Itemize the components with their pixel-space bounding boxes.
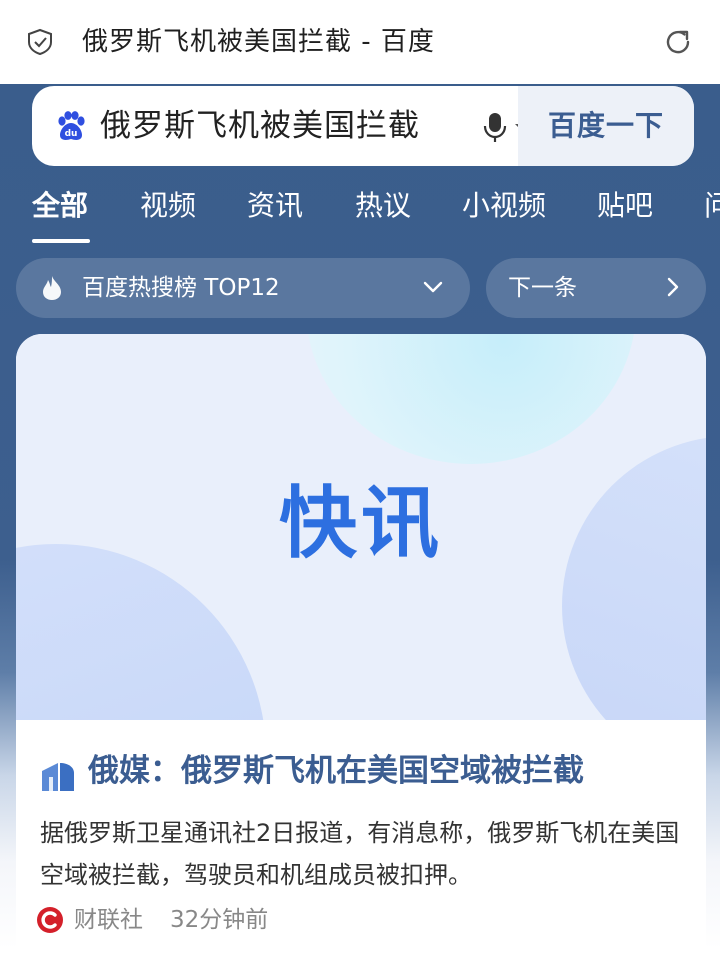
browser-top-bar: 俄罗斯飞机被美国拦截 - 百度 xyxy=(0,0,720,84)
news-source: 财联社 xyxy=(74,907,143,933)
tab-video[interactable]: 视频 xyxy=(140,184,196,228)
refresh-icon[interactable] xyxy=(662,26,694,58)
hot-search-label: 百度热搜榜 TOP12 xyxy=(82,275,280,301)
flame-icon xyxy=(43,276,61,300)
news-building-icon xyxy=(42,763,74,791)
news-timestamp: 32分钟前 xyxy=(170,907,269,933)
news-description: 据俄罗斯卫星通讯社2日报道，有消息称，俄罗斯飞机在美国空域被拦截，驾驶员和机组成… xyxy=(40,819,680,889)
search-input[interactable]: 俄罗斯飞机被美国拦截 xyxy=(100,104,420,148)
active-tab-indicator xyxy=(32,239,90,243)
tab-news[interactable]: 资讯 xyxy=(247,184,303,228)
search-tabs: 全部 视频 资讯 热议 小视频 贴吧 问 xyxy=(0,184,720,244)
tab-ask[interactable]: 问 xyxy=(704,184,720,228)
page-title: 俄罗斯飞机被美国拦截 - 百度 xyxy=(82,27,435,57)
hot-search-list-dropdown[interactable]: 百度热搜榜 TOP12 xyxy=(16,258,470,318)
cailianshe-logo-icon xyxy=(37,907,63,933)
tab-discussion[interactable]: 热议 xyxy=(355,184,411,228)
svg-text:du: du xyxy=(65,129,78,139)
baidu-paw-icon[interactable]: du xyxy=(54,110,88,144)
banner-bubble-top xyxy=(306,334,636,464)
banner-title: 快讯 xyxy=(278,479,443,569)
tab-short-video[interactable]: 小视频 xyxy=(462,184,546,228)
tab-tieba[interactable]: 贴吧 xyxy=(597,184,653,228)
news-banner-image[interactable]: 快讯 xyxy=(16,334,706,720)
chevron-right-icon xyxy=(667,277,679,297)
search-button[interactable]: 百度一下 xyxy=(518,86,694,166)
news-card[interactable]: 快讯 俄媒：俄罗斯飞机在美国空域被拦截 据俄罗斯卫星通讯社2日报道，有消息称，俄… xyxy=(16,334,706,974)
shield-check-icon[interactable] xyxy=(27,28,53,56)
next-item-label: 下一条 xyxy=(508,275,577,301)
chevron-down-icon xyxy=(423,281,443,293)
next-item-button[interactable]: 下一条 xyxy=(486,258,706,318)
search-box: du 俄罗斯飞机被美国拦截 百度一下 xyxy=(32,86,694,166)
microphone-icon[interactable] xyxy=(480,110,510,144)
news-title-link[interactable]: 俄媒：俄罗斯飞机在美国空域被拦截 xyxy=(88,746,584,796)
tab-all[interactable]: 全部 xyxy=(32,184,88,228)
